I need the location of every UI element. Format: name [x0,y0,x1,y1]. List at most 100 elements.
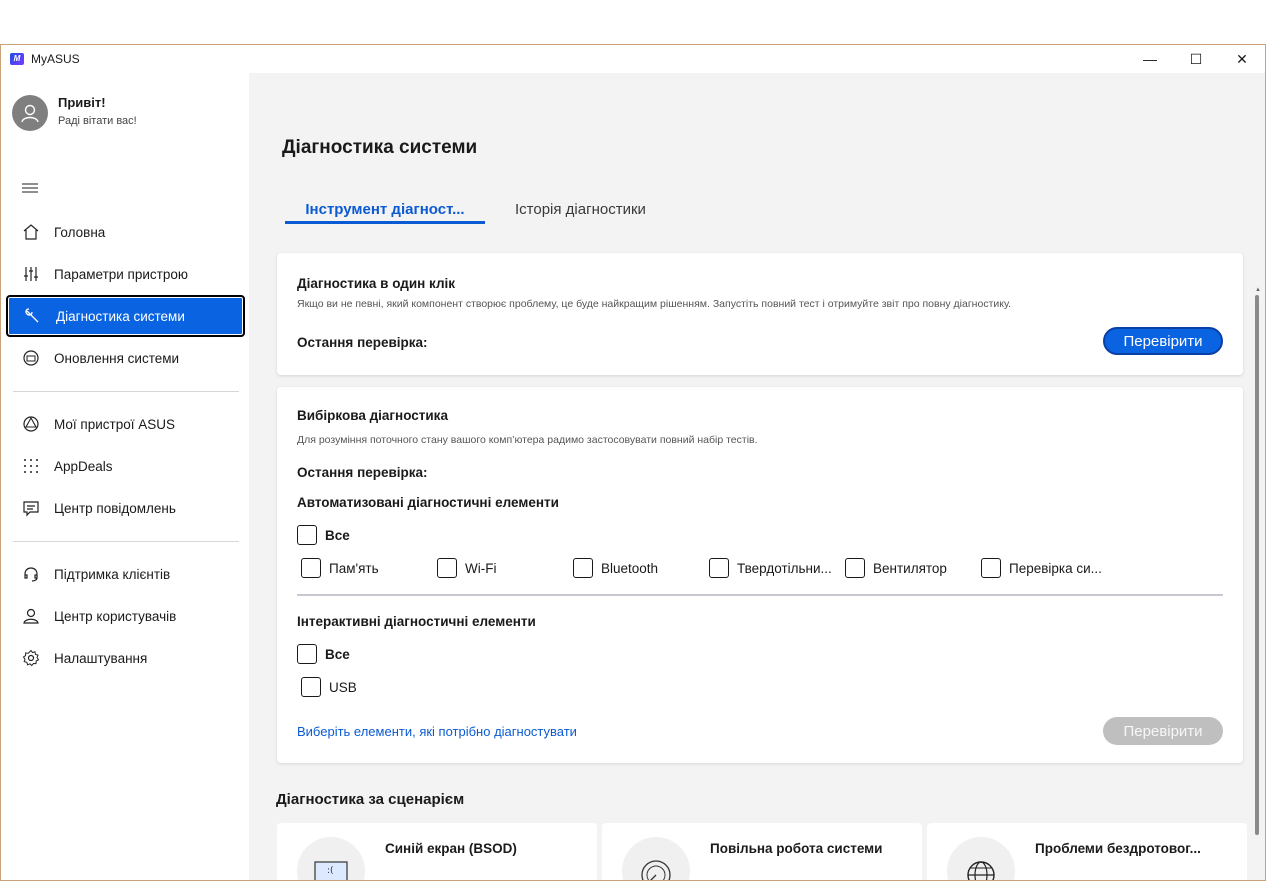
maximize-button[interactable]: ☐ [1173,45,1219,73]
scenario-section-title: Діагностика за сценарієм [276,791,465,808]
sidebar-item-home[interactable]: Головна [6,211,245,253]
interactive-items-title: Інтерактивні діагностичні елементи [297,614,536,629]
sidebar-item-label: Оновлення системи [54,350,180,366]
checkbox-label: Твердотільни... [737,560,832,576]
sidebar-item-label: Центр користувачів [54,608,177,624]
fan-checkbox[interactable]: Вентилятор [845,558,947,578]
greeting-title: Привіт! [58,95,106,110]
sidebar-item-settings[interactable]: Налаштування [6,637,245,679]
sidebar-item-my-devices[interactable]: Мої пристрої ASUS [6,403,245,445]
minimize-button[interactable]: — [1127,45,1173,73]
select-items-link[interactable]: Виберіть елементи, які потрібно діагност… [297,724,577,739]
wifi-checkbox[interactable]: Wi-Fi [437,558,496,578]
speedometer-icon [641,860,671,880]
scenario-card-wireless[interactable]: Проблеми бездротовог... [927,823,1247,880]
system-check-checkbox[interactable]: Перевірка си... [981,558,1102,578]
sidebar-item-system-diagnosis[interactable]: Діагностика системи [6,295,245,337]
bsod-icon: :( [314,861,348,880]
icon-circle: :( [297,837,365,880]
checkbox-box [297,644,317,664]
sidebar-item-label: Діагностика системи [56,308,185,324]
myasus-logo-icon: M [10,53,24,65]
scroll-up-icon[interactable]: ▲ [1255,287,1261,293]
bluetooth-checkbox[interactable]: Bluetooth [573,558,658,578]
checkbox-box [709,558,729,578]
user-avatar-icon [21,104,39,123]
sidebar: Привіт! Раді вітати вас! Головна Парамет… [1,73,249,880]
scenario-card-title: Синій екран (BSOD) [385,841,517,856]
selective-diagnosis-card: Вибіркова діагностика Для розуміння пото… [277,387,1243,763]
close-button[interactable]: ✕ [1219,45,1265,73]
one-click-description: Якщо ви не певні, який компонент створює… [297,298,1012,310]
window-title: MyASUS [31,52,80,66]
checkbox-box [301,558,321,578]
tab-diagnostic-history[interactable]: Історія діагностики [515,201,646,218]
sliders-icon [24,267,38,281]
selective-last-check: Остання перевірка: [297,465,428,480]
sidebar-item-customer-support[interactable]: Підтримка клієнтів [6,553,245,595]
usb-checkbox[interactable]: USB [301,677,357,697]
memory-checkbox[interactable]: Пам'ять [301,558,379,578]
checkbox-label: Wi-Fi [465,560,497,576]
sidebar-item-label: Підтримка клієнтів [54,566,171,582]
sidebar-item-system-update[interactable]: Оновлення системи [6,337,245,379]
headset-icon [24,567,38,582]
one-click-title: Діагностика в один клік [297,276,456,291]
scenario-card-title: Проблеми бездротовог... [1035,841,1201,856]
sidebar-item-message-center[interactable]: Центр повідомлень [6,487,245,529]
one-click-last-check: Остання перевірка: [297,335,428,350]
one-click-diagnosis-card: Діагностика в один клік Якщо ви не певні… [277,253,1243,375]
icon-circle [947,837,1015,880]
icon-circle [622,837,690,880]
sidebar-item-appdeals[interactable]: AppDeals [6,445,245,487]
checkbox-label: Все [325,527,350,543]
checkbox-label: Пам'ять [329,560,379,576]
myasus-window: M MyASUS — ☐ ✕ Привіт! Раді вітати вас! … [0,44,1266,881]
hamburger-menu-icon[interactable] [21,181,39,195]
sidebar-item-label: Головна [54,224,106,240]
checkbox-box [845,558,865,578]
tab-diagnostic-tool[interactable]: Інструмент діагност... [285,201,485,218]
ssd-checkbox[interactable]: Твердотільни... [709,558,832,578]
scenario-card-title: Повільна робота системи [710,841,883,856]
gear-icon [22,649,40,667]
sidebar-item-label: Мої пристрої ASUS [54,416,175,432]
title-bar: M MyASUS — ☐ ✕ [1,45,1265,73]
automated-items-title: Автоматизовані діагностичні елементи [297,495,559,510]
sidebar-item-device-settings[interactable]: Параметри пристрою [6,253,245,295]
sidebar-item-user-center[interactable]: Центр користувачів [6,595,245,637]
sidebar-item-label: Налаштування [54,650,148,666]
tab-active-indicator [285,221,485,224]
interactive-all-checkbox[interactable]: Все [297,644,350,664]
svg-text::(: :( [327,866,334,876]
message-icon [23,501,39,517]
selective-check-button[interactable]: Перевірити [1103,717,1223,745]
checkbox-box [437,558,457,578]
sidebar-item-label: Центр повідомлень [54,500,176,516]
page-title: Діагностика системи [282,137,478,158]
checkbox-label: Bluetooth [601,560,659,576]
checkbox-label: Все [325,646,350,662]
checkbox-box [297,525,317,545]
sidebar-item-label: AppDeals [54,458,113,474]
update-icon [23,350,39,366]
scenario-card-slow-system[interactable]: Повільна робота системи [602,823,922,880]
sidebar-item-label: Параметри пристрою [54,266,188,282]
one-click-check-button[interactable]: Перевірити [1103,327,1223,355]
checkbox-label: USB [329,679,357,695]
home-icon [23,224,39,240]
selective-title: Вибіркова діагностика [297,408,448,423]
checkbox-label: Перевірка си... [1009,560,1102,576]
checkbox-box [573,558,593,578]
user-icon [23,608,39,624]
wrench-icon [25,308,39,323]
checkbox-label: Вентилятор [873,560,947,576]
sidebar-divider [13,391,239,392]
grid-dots-icon [24,459,38,473]
scrollbar[interactable] [1255,295,1259,835]
scenario-card-bsod[interactable]: :( Синій екран (BSOD) [277,823,597,880]
avatar[interactable] [12,95,48,131]
automated-all-checkbox[interactable]: Все [297,525,350,545]
checkbox-box [981,558,1001,578]
greeting-subtitle: Раді вітати вас! [58,115,137,127]
